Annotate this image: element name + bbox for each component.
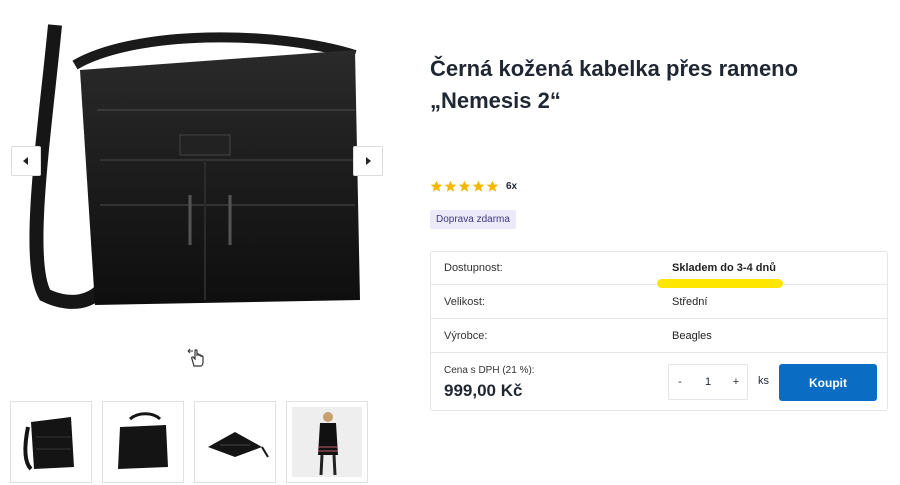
maker-label: Výrobce: [444, 330, 488, 342]
thumbnail-1[interactable] [10, 401, 92, 483]
quantity-input[interactable]: 1 [691, 376, 725, 388]
price-label: Cena s DPH (21 %): [444, 365, 535, 376]
quantity-stepper: - 1 + [668, 364, 748, 400]
quantity-unit: ks [758, 375, 769, 387]
gallery-prev-button[interactable] [11, 146, 41, 176]
rating[interactable]: 6x [430, 180, 517, 193]
star-icon [472, 180, 485, 192]
title-line-2: „Nemesis 2“ [430, 88, 561, 113]
thumbnail-image [118, 412, 168, 469]
star-icon [444, 180, 457, 192]
thumbnail-3[interactable] [194, 401, 276, 483]
product-gallery [0, 0, 395, 485]
product-info: Černá kožená kabelka přes rameno „Nemesi… [430, 0, 890, 485]
star-icon [430, 180, 443, 192]
rating-count[interactable]: 6x [506, 181, 517, 192]
thumbnail-image [292, 407, 362, 477]
product-details-table: Dostupnost: Skladem do 3-4 dnů Velikost:… [430, 251, 888, 411]
thumbnail-4[interactable] [286, 401, 368, 483]
size-label: Velikost: [444, 296, 485, 308]
size-row: Velikost: Střední [431, 286, 887, 319]
rating-stars [430, 180, 499, 193]
quantity-decrease-button[interactable]: - [669, 376, 691, 388]
availability-row: Dostupnost: Skladem do 3-4 dnů [431, 252, 887, 288]
price: 999,00 Kč [444, 381, 523, 400]
thumbnail-strip [10, 401, 368, 483]
swipe-hand-icon [187, 348, 204, 367]
title-line-1: Černá kožená kabelka přes rameno [430, 56, 799, 81]
chevron-left-icon [23, 157, 28, 165]
maker-row: Výrobce: Beagles [431, 320, 887, 353]
gallery-next-button[interactable] [353, 146, 383, 176]
star-icon [458, 180, 471, 192]
thumbnail-image [23, 417, 74, 471]
main-product-image[interactable] [15, 10, 377, 310]
thumbnail-2[interactable] [102, 401, 184, 483]
page-title: Černá kožená kabelka přes rameno „Nemesi… [430, 53, 885, 117]
star-icon [486, 180, 499, 192]
availability-label: Dostupnost: [444, 262, 503, 274]
buy-button[interactable]: Koupit [779, 364, 877, 401]
size-value: Střední [672, 296, 708, 308]
maker-value: Beagles [672, 330, 712, 342]
thumbnail-image [208, 432, 269, 458]
free-shipping-badge: Doprava zdarma [430, 210, 516, 229]
availability-value: Skladem do 3-4 dnů [672, 262, 776, 274]
quantity-increase-button[interactable]: + [725, 376, 747, 388]
chevron-right-icon [366, 157, 371, 165]
